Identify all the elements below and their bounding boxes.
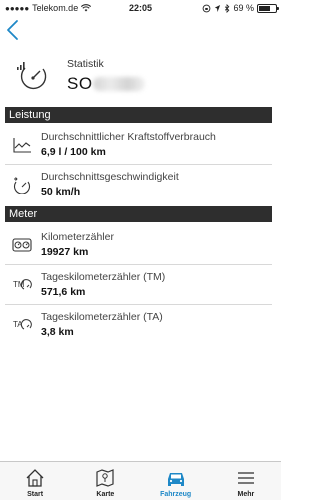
rotation-lock-icon [203,4,211,12]
tab-label: Start [27,491,44,498]
statistics-gauge-icon [17,62,47,90]
menu-icon [237,472,254,484]
list-item-trip-tm: TM Tageskilometerzähler (TM) 571,6 km [5,267,272,305]
list-item-trip-ta: TA Tageskilometerzähler (TA) 3,8 km [5,307,272,345]
row-label: Durchschnittlicher Kraftstoffverbrauch [41,131,216,143]
row-value: 6,9 l / 100 km [41,146,106,158]
page-subtitle: Statistik [67,58,104,70]
fuel-chart-icon [13,138,31,153]
row-value: 3,8 km [41,326,74,338]
list-item-fuel-consumption: Durchschnittlicher Kraftstoffverbrauch 6… [5,127,272,165]
battery-percent: 69 % [233,3,254,13]
bluetooth-icon [225,3,230,13]
row-value: 19927 km [41,246,89,258]
tab-mehr[interactable]: Mehr [211,462,281,500]
home-icon [26,469,44,487]
redacted-plate [93,77,145,91]
row-label: Tageskilometerzähler (TM) [41,271,166,283]
tab-karte[interactable]: Karte [70,462,140,500]
battery-icon [257,3,279,13]
map-icon [96,469,114,487]
tab-label: Fahrzeug [160,491,192,498]
tab-label: Mehr [237,491,255,498]
status-bar: ●●●●● Telekom.de 22:05 69 % [0,0,281,16]
row-label: Durchschnittsgeschwindigkeit [41,171,179,183]
location-icon [215,4,221,12]
section-header-leistung: Leistung [5,107,272,123]
trip-ta-icon: TA [13,319,32,330]
trip-tm-icon: TM [13,279,32,290]
row-value: 571,6 km [41,286,86,298]
tab-start[interactable]: Start [0,462,70,500]
row-value: 50 km/h [41,186,81,198]
page-title: SO [67,74,93,93]
car-icon [167,473,184,486]
tab-bar: Start Karte Fahrzeug Mehr [0,461,281,500]
status-right: 69 % [202,3,279,13]
list-item-average-speed: Durchschnittsgeschwindigkeit 50 km/h [5,167,272,205]
tab-fahrzeug[interactable]: Fahrzeug [141,462,211,500]
row-label: Kilometerzähler [41,231,114,243]
list-item-odometer: Kilometerzähler 19927 km [5,227,272,265]
odometer-icon [12,238,32,252]
row-label: Tageskilometerzähler (TA) [41,311,163,323]
page-header: Statistik SO [0,56,281,102]
speed-gauge-icon [13,177,31,194]
section-header-meter: Meter [5,206,272,222]
back-chevron-icon[interactable] [4,18,22,42]
tab-label: Karte [96,491,115,498]
